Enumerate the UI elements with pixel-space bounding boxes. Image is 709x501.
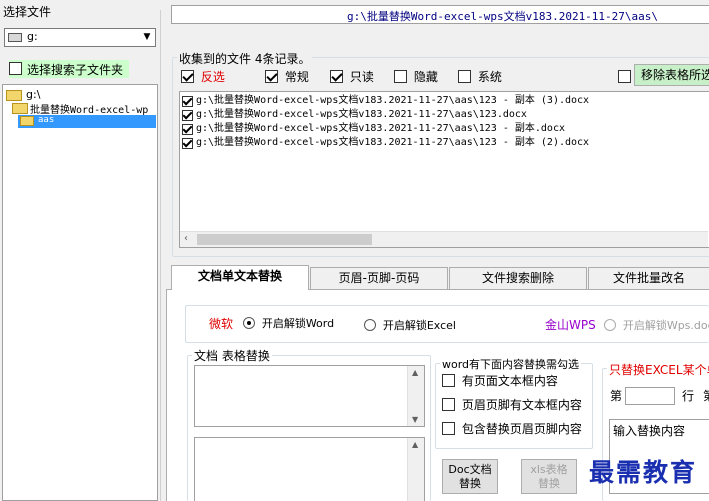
wps-label: 金山WPS [545, 318, 596, 332]
row-number-input[interactable] [625, 387, 675, 405]
hscroll-thumb[interactable] [197, 234, 372, 245]
dropdown-arrow-icon[interactable]: ▼ [139, 29, 155, 46]
list-item[interactable]: g:\批量替换Word-excel-wps文档v183.2021-11-27\a… [182, 108, 589, 122]
drive-value: g: [27, 30, 38, 43]
file-checkbox[interactable] [182, 109, 193, 121]
option-page-textbox-label: 有页面文本框内容 [461, 374, 558, 388]
filter-normal-checkbox[interactable] [265, 70, 278, 83]
replace-textarea-scrollbar[interactable]: ▲ [407, 438, 424, 501]
option-page-textbox[interactable]: 有页面文本框内容 [442, 372, 558, 389]
folder-tree[interactable]: g:\ 批量替换Word-excel-wp aas [2, 84, 158, 501]
filter-invert-checkbox[interactable] [181, 70, 194, 83]
path-text: g:\批量替换Word-excel-wps文档v183.2021-11-27\a… [347, 10, 659, 23]
option-page-textbox-checkbox[interactable] [442, 374, 455, 387]
folder-open-icon [6, 90, 22, 101]
excel-unlock-option[interactable]: 开启解锁Excel [364, 317, 456, 333]
filter-system[interactable]: 系统 [458, 68, 502, 85]
filter-readonly-label: 只读 [349, 70, 374, 84]
collected-title: 收集到的文件 4条记录。 [177, 50, 313, 67]
file-path: g:\批量替换Word-excel-wps文档v183.2021-11-27\a… [196, 137, 590, 148]
scroll-up-icon[interactable]: ▲ [412, 368, 418, 377]
filter-invert[interactable]: 反选 [181, 68, 225, 85]
microsoft-label: 微软 [209, 317, 234, 331]
filter-hidden-checkbox[interactable] [394, 70, 407, 83]
option-include-header-checkbox[interactable] [442, 422, 455, 435]
option-header-textbox[interactable]: 页眉页脚有文本框内容 [442, 396, 582, 413]
subfolder-option[interactable]: 选择搜索子文件夹 [9, 60, 129, 78]
watermark-logo: 最需教育 [589, 458, 698, 487]
option-include-header-label: 包含替换页眉页脚内容 [461, 422, 582, 436]
option-include-header[interactable]: 包含替换页眉页脚内容 [442, 420, 582, 437]
find-textarea[interactable]: ▲ ▼ [194, 365, 425, 427]
tab-text-replace[interactable]: 文档单文本替换 [171, 265, 309, 290]
tab-header-footer[interactable]: 页眉-页脚-页码 [310, 267, 448, 289]
list-item[interactable]: g:\批量替换Word-excel-wps文档v183.2021-11-27\a… [182, 94, 589, 108]
file-path: g:\批量替换Word-excel-wps文档v183.2021-11-27\a… [196, 123, 565, 134]
subfolder-checkbox-label: 选择搜索子文件夹 [27, 63, 124, 77]
tree-item-label: 批量替换Word-excel-wp [30, 105, 149, 116]
doc-replace-button[interactable]: Doc文档 替换 [442, 459, 498, 494]
tab-file-search-delete[interactable]: 文件搜索删除 [449, 267, 587, 289]
excel-cell-title: 只替换EXCEL某个单 [607, 361, 709, 378]
wps-unlock-option[interactable]: 开启解锁Wps.doc [604, 317, 709, 333]
file-path: g:\批量替换Word-excel-wps文档v183.2021-11-27\a… [196, 95, 590, 106]
filter-normal-label: 常规 [284, 70, 309, 84]
excel-unlock-label: 开启解锁Excel [382, 319, 456, 332]
filter-system-label: 系统 [477, 70, 502, 84]
wps-unlock-radio[interactable] [604, 319, 616, 331]
scroll-up-icon[interactable]: ▲ [412, 440, 418, 449]
tree-item-label: aas [38, 115, 55, 125]
file-list[interactable]: g:\批量替换Word-excel-wps文档v183.2021-11-27\a… [179, 91, 709, 248]
left-panel-title: 选择文件 [3, 5, 52, 19]
folder-icon [20, 116, 34, 126]
path-bar: g:\批量替换Word-excel-wps文档v183.2021-11-27\a… [171, 5, 709, 24]
tree-item-label: g:\ [26, 88, 41, 101]
list-item[interactable]: g:\批量替换Word-excel-wps文档v183.2021-11-27\a… [182, 136, 589, 150]
file-path: g:\批量替换Word-excel-wps文档v183.2021-11-27\a… [196, 109, 527, 120]
scroll-down-icon[interactable]: ▼ [412, 415, 418, 424]
file-list-hscrollbar[interactable]: ‹ [180, 231, 708, 247]
row-label-suffix: 行 [682, 389, 695, 403]
panel-divider [160, 10, 161, 501]
option-header-textbox-checkbox[interactable] [442, 398, 455, 411]
tree-item-selected[interactable]: aas [18, 115, 156, 128]
file-list-rows: g:\批量替换Word-excel-wps文档v183.2021-11-27\a… [182, 94, 589, 150]
filter-invert-label: 反选 [200, 70, 225, 84]
replace-textarea[interactable]: ▲ [194, 437, 425, 501]
xls-replace-button[interactable]: xls表格 替换 [521, 459, 577, 494]
filter-normal[interactable]: 常规 [265, 68, 309, 85]
folder-open-icon [12, 103, 28, 114]
word-unlock-radio[interactable] [243, 317, 255, 329]
file-checkbox[interactable] [182, 123, 193, 135]
scroll-left-icon[interactable]: ‹ [184, 233, 188, 244]
tab-file-rename[interactable]: 文件批量改名 [588, 267, 709, 289]
excel-unlock-radio[interactable] [364, 319, 376, 331]
remove-selected-button[interactable]: 移除表格所选 [634, 64, 709, 86]
list-item[interactable]: g:\批量替换Word-excel-wps文档v183.2021-11-27\a… [182, 122, 589, 136]
word-unlock-option[interactable]: 开启解锁Word [243, 315, 334, 331]
table-replace-title: 文档 表格替换 [192, 347, 272, 364]
drive-select[interactable]: g: ▼ [4, 28, 156, 47]
word-unlock-label: 开启解锁Word [261, 317, 335, 330]
filter-readonly[interactable]: 只读 [330, 68, 374, 85]
drive-icon [8, 33, 22, 42]
file-checkbox[interactable] [182, 137, 193, 149]
find-textarea-scrollbar[interactable]: ▲ ▼ [407, 366, 424, 426]
option-header-textbox-label: 页眉页脚有文本框内容 [461, 398, 582, 412]
filter-hidden-label: 隐藏 [413, 70, 438, 84]
excel-replace-text: 输入替换内容 [613, 424, 686, 438]
filter-readonly-checkbox[interactable] [330, 70, 343, 83]
subfolder-checkbox[interactable] [9, 62, 22, 75]
remove-option-checkbox[interactable] [618, 70, 631, 83]
word-options-title: word有下面内容替换需勾选 [440, 356, 582, 372]
wps-unlock-label: 开启解锁Wps.doc [622, 319, 709, 332]
filter-hidden[interactable]: 隐藏 [394, 68, 438, 85]
column-label-prefix: 第 [703, 387, 709, 404]
row-label-prefix: 第 [610, 389, 623, 403]
filter-system-checkbox[interactable] [458, 70, 471, 83]
file-checkbox[interactable] [182, 95, 193, 107]
